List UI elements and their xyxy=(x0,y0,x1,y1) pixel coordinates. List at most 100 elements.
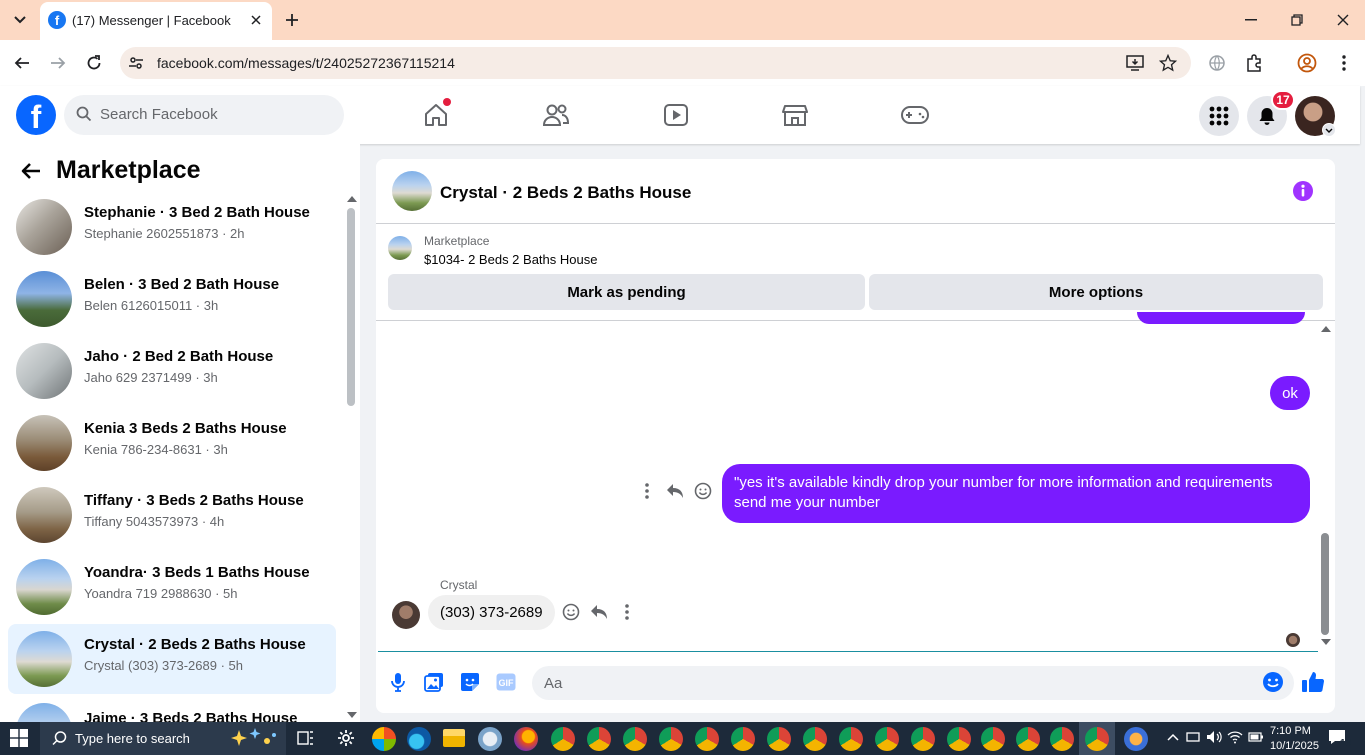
sender-avatar[interactable] xyxy=(392,601,420,629)
site-info-icon[interactable] xyxy=(125,52,147,74)
chrome-app-icon-active[interactable] xyxy=(1085,727,1109,751)
bookmark-star-icon[interactable] xyxy=(1157,52,1179,74)
facebook-logo-icon[interactable]: f xyxy=(16,95,56,135)
chrome-app-icon[interactable] xyxy=(1016,727,1040,751)
message-input[interactable] xyxy=(532,666,1294,700)
battery-icon[interactable] xyxy=(1248,730,1264,744)
chrome-app-icon[interactable] xyxy=(981,727,1005,751)
friends-icon[interactable] xyxy=(540,100,572,130)
microphone-icon[interactable] xyxy=(388,672,408,692)
message-input-placeholder: Aa xyxy=(544,675,563,692)
like-thumbs-up-icon[interactable] xyxy=(1301,670,1325,694)
chrome-app-icon[interactable] xyxy=(947,727,971,751)
tab-search-icon[interactable] xyxy=(8,8,32,32)
conversation-item[interactable]: Belen · 3 Bed 2 Bath House Belen 6126015… xyxy=(8,264,336,334)
firefox-app-icon[interactable] xyxy=(514,727,538,751)
chrome-app-icon[interactable] xyxy=(839,727,863,751)
chat-scroll-down-arrow-icon[interactable] xyxy=(1321,639,1331,646)
settings-gear-icon[interactable] xyxy=(337,729,355,747)
install-app-icon[interactable] xyxy=(1124,52,1146,74)
clock-date[interactable]: 10/1/2025 xyxy=(1270,740,1319,752)
conversation-item[interactable]: Jaime · 3 Beds 2 Baths House xyxy=(8,696,336,722)
browser-menu-icon[interactable] xyxy=(1333,52,1355,74)
scroll-up-arrow-icon[interactable] xyxy=(347,195,357,202)
chat-listing-thumbnail[interactable] xyxy=(392,171,432,211)
close-window-icon[interactable] xyxy=(1328,8,1358,32)
react-emoji-icon[interactable] xyxy=(561,602,581,622)
conversation-item[interactable]: Jaho · 2 Bed 2 Bath House Jaho 629 23714… xyxy=(8,336,336,406)
listing-thumbnail xyxy=(16,271,72,327)
message-bubble-sent[interactable]: "yes it's available kindly drop your num… xyxy=(722,464,1310,523)
chrome-app-icon[interactable] xyxy=(803,727,827,751)
message-bubble-sent[interactable]: ok xyxy=(1270,376,1310,410)
chrome-app-icon[interactable] xyxy=(767,727,791,751)
chrome-app-icon[interactable] xyxy=(911,727,935,751)
close-tab-icon[interactable] xyxy=(247,11,265,29)
back-arrow-icon[interactable] xyxy=(20,160,42,182)
reply-icon[interactable] xyxy=(665,481,685,501)
clock-time[interactable]: 7:10 PM xyxy=(1270,725,1311,737)
scroll-down-arrow-icon[interactable] xyxy=(347,712,357,719)
chrome-app-icon[interactable] xyxy=(731,727,755,751)
back-icon[interactable] xyxy=(11,52,33,74)
tray-chevron-up-icon[interactable] xyxy=(1167,733,1179,741)
chrome-app-icon[interactable] xyxy=(587,727,611,751)
windows-start-icon[interactable] xyxy=(10,729,28,747)
more-vertical-icon[interactable] xyxy=(617,602,637,622)
wifi-icon[interactable] xyxy=(1227,730,1243,744)
url-text[interactable]: facebook.com/messages/t/2402527236711521… xyxy=(157,55,455,71)
chrome-app-icon[interactable] xyxy=(659,727,683,751)
translate-icon[interactable] xyxy=(1206,52,1228,74)
minimize-icon[interactable] xyxy=(1236,8,1266,32)
chrome-app-icon[interactable] xyxy=(875,727,899,751)
conversation-item[interactable]: Kenia 3 Beds 2 Baths House Kenia 786-234… xyxy=(8,408,336,478)
more-options-button[interactable]: More options xyxy=(869,274,1323,310)
photo-icon[interactable] xyxy=(424,672,444,692)
conversation-item[interactable]: Yoandra· 3 Beds 1 Baths House Yoandra 71… xyxy=(8,552,336,622)
gif-icon[interactable]: GIF xyxy=(496,672,516,692)
copilot-app-icon[interactable] xyxy=(372,727,396,751)
gaming-icon[interactable] xyxy=(899,100,931,130)
chrome-app-icon[interactable] xyxy=(695,727,719,751)
info-icon[interactable] xyxy=(1292,180,1314,202)
taskbar-search-text: Type here to search xyxy=(75,731,190,746)
reply-icon[interactable] xyxy=(589,602,609,622)
more-vertical-icon[interactable] xyxy=(637,481,657,501)
profile-icon[interactable] xyxy=(1296,52,1318,74)
mark-as-pending-button[interactable]: Mark as pending xyxy=(388,274,865,310)
new-tab-icon[interactable] xyxy=(282,10,302,30)
sticker-icon[interactable] xyxy=(460,672,480,692)
menu-grid-icon[interactable] xyxy=(1199,96,1239,136)
task-view-icon[interactable] xyxy=(297,729,315,747)
edge-app-icon[interactable] xyxy=(407,727,431,751)
file-explorer-icon[interactable] xyxy=(443,729,465,747)
app-icon[interactable] xyxy=(478,727,502,751)
marketplace-icon[interactable] xyxy=(779,100,811,130)
notification-count-badge: 17 xyxy=(1271,90,1295,110)
conversation-item-selected[interactable]: Crystal · 2 Beds 2 Baths House Crystal (… xyxy=(8,624,336,694)
chrome-app-icon[interactable] xyxy=(551,727,575,751)
weather-widget-icon[interactable] xyxy=(1124,727,1148,751)
conversation-list-scrollbar[interactable] xyxy=(347,208,355,406)
video-icon[interactable] xyxy=(660,100,692,130)
chrome-app-icon[interactable] xyxy=(623,727,647,751)
conversation-item[interactable]: Tiffany · 3 Beds 2 Baths House Tiffany 5… xyxy=(8,480,336,550)
listing-thumbnail xyxy=(16,199,72,255)
emoji-icon[interactable] xyxy=(1262,671,1284,693)
forward-icon[interactable] xyxy=(47,52,69,74)
extensions-icon[interactable] xyxy=(1243,52,1265,74)
volume-icon[interactable] xyxy=(1206,730,1222,744)
account-chevron-down-icon[interactable] xyxy=(1322,123,1336,137)
restore-icon[interactable] xyxy=(1282,8,1312,32)
react-emoji-icon[interactable] xyxy=(693,481,713,501)
reload-icon[interactable] xyxy=(83,52,105,74)
conversation-title: Yoandra· 3 Beds 1 Baths House xyxy=(84,564,310,581)
chat-scrollbar[interactable] xyxy=(1321,533,1329,635)
home-notification-dot xyxy=(443,98,451,106)
message-bubble-received[interactable]: (303) 373-2689 xyxy=(428,595,555,630)
chat-title[interactable]: Crystal · 2 Beds 2 Baths House xyxy=(440,183,691,203)
chat-scroll-up-arrow-icon[interactable] xyxy=(1321,325,1331,332)
chrome-app-icon[interactable] xyxy=(1050,727,1074,751)
conversation-item[interactable]: Stephanie · 3 Bed 2 Bath House Stephanie… xyxy=(8,192,336,262)
tray-device-icon[interactable] xyxy=(1186,730,1200,744)
